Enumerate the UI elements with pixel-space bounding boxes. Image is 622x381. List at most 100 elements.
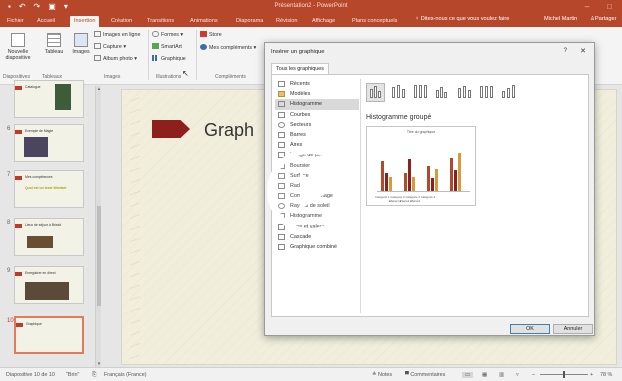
thumbnail-picture	[24, 137, 48, 157]
slide-thumbnails-pane: Catalogue 6 Exemple de Magie 7 Mes compé…	[0, 80, 101, 367]
area-chart-icon	[278, 142, 285, 149]
tab-diaporama[interactable]: Diaporama	[236, 16, 263, 27]
chart-preview[interactable]: Titre du graphique Catégorie 1 Catégorie…	[366, 126, 476, 206]
slide-number: 6	[7, 126, 11, 132]
new-slide-icon	[11, 33, 25, 47]
slide-title[interactable]: Graph	[204, 120, 254, 141]
tab-animations[interactable]: Animations	[190, 16, 218, 27]
store-button[interactable]: Store	[200, 31, 222, 38]
group-label-images: Images	[104, 74, 121, 80]
stacked-100-column-icon[interactable]	[410, 83, 429, 102]
category-secteurs[interactable]: Secteurs	[275, 120, 359, 130]
slide-thumbnail[interactable]: Catalogue	[14, 80, 84, 118]
images-button[interactable]: Images	[70, 33, 92, 55]
restore-icon[interactable]: □	[607, 2, 612, 11]
comments-button[interactable]: ▀ Commentaires	[405, 372, 445, 378]
zoom-in-icon[interactable]: +	[590, 372, 593, 378]
bar-chart-icon	[278, 131, 285, 138]
my-addins-button[interactable]: Mes compléments ▾	[200, 44, 256, 51]
tell-me-box[interactable]: ♀ Dites-nous ce que vous voulez faire	[415, 16, 509, 22]
preview-bar	[450, 158, 453, 191]
online-images-button[interactable]: Images en ligne	[94, 31, 140, 38]
help-icon[interactable]: ?	[564, 48, 567, 54]
smartart-button[interactable]: SmartArt	[152, 43, 182, 50]
preview-legend: ■Série1 ■Série2 ■Série3	[389, 199, 420, 203]
category-graphique-combine[interactable]: Graphique combiné	[275, 242, 359, 252]
shapes-icon	[152, 31, 159, 37]
picture-icon	[74, 33, 88, 47]
group-separator	[148, 30, 149, 80]
preview-bar	[454, 170, 457, 191]
slide-thumbnail[interactable]: Lieux de séjour à Bristol	[14, 218, 84, 256]
mouse-cursor-icon: ↖	[182, 69, 189, 78]
thumbnail-picture	[25, 282, 69, 300]
flag-shape	[15, 224, 22, 228]
flag-shape	[16, 323, 23, 327]
reading-view-icon[interactable]: ▥	[499, 372, 504, 378]
notes-button[interactable]: ≙ Notes	[372, 372, 392, 378]
3d-stacked-column-icon[interactable]	[454, 83, 473, 102]
tab-accueil[interactable]: Accueil	[37, 16, 55, 27]
category-recents[interactable]: Récents	[275, 79, 359, 89]
preview-bar	[404, 173, 407, 191]
window-title: Présentation2 - PowerPoint	[274, 3, 348, 9]
smartart-icon	[152, 43, 159, 49]
preview-bar	[458, 153, 461, 191]
zoom-out-icon[interactable]: –	[532, 372, 535, 378]
stacked-column-icon[interactable]	[388, 83, 407, 102]
slide-number: 7	[7, 172, 11, 178]
category-courbes[interactable]: Courbes	[275, 110, 359, 120]
share-button[interactable]: ♙Partager	[590, 16, 616, 22]
tab-insertion[interactable]: Insertion	[70, 16, 100, 27]
clustered-column-icon[interactable]	[366, 83, 385, 102]
minimize-icon[interactable]: –	[585, 2, 589, 11]
cancel-button[interactable]: Annuler	[553, 324, 593, 334]
3d-column-icon[interactable]	[498, 83, 517, 102]
spellcheck-icon[interactable]: ⎘	[92, 372, 96, 379]
status-bar: Diapositive 10 de 10 "Brin" ⎘ Français (…	[0, 367, 622, 381]
zoom-level[interactable]: 78 %	[600, 372, 612, 378]
slide-thumbnail-selected[interactable]: Graphique	[14, 316, 84, 354]
tab-fichier[interactable]: Fichier	[7, 16, 24, 27]
preview-bar	[385, 173, 388, 191]
tab-all-charts[interactable]: Tous les graphiques	[271, 63, 329, 74]
ok-button[interactable]: OK	[510, 324, 550, 334]
capture-button[interactable]: Capture ▾	[94, 43, 126, 50]
slideshow-icon[interactable]: ▿	[516, 372, 519, 378]
flag-shape	[15, 130, 22, 134]
table-button[interactable]: Tableau	[40, 33, 68, 55]
3d-stacked-100-column-icon[interactable]	[476, 83, 495, 102]
tab-plans-conceptuels[interactable]: Plans conceptuels	[352, 16, 397, 27]
tab-affichage[interactable]: Affichage	[312, 16, 335, 27]
slide-thumbnail[interactable]: Exemple de Magie	[14, 124, 84, 162]
album-button[interactable]: Album photo ▾	[94, 55, 137, 62]
tab-transitions[interactable]: Transitions	[147, 16, 174, 27]
category-barres[interactable]: Barres	[275, 130, 359, 140]
chart-icon	[152, 55, 159, 61]
category-histogramme[interactable]: Histogramme	[275, 99, 359, 110]
3d-clustered-column-icon[interactable]	[432, 83, 451, 102]
preview-chart-title: Titre du graphique	[406, 130, 436, 134]
preview-bar	[381, 161, 384, 191]
chart-button[interactable]: Graphique	[152, 55, 186, 62]
addins-icon	[200, 44, 207, 50]
tab-revision[interactable]: Révision	[276, 16, 297, 27]
slide-thumbnail[interactable]: Mes compétences Quoi est un texte Wordar…	[14, 170, 84, 208]
normal-view-icon[interactable]: ▭	[462, 372, 474, 378]
chart-subtype-title: Histogramme groupé	[366, 114, 432, 121]
user-name[interactable]: Michel Martin	[544, 16, 577, 22]
group-separator	[196, 30, 197, 80]
close-icon[interactable]: ✕	[580, 47, 586, 55]
preview-bar	[412, 177, 415, 191]
zoom-slider-thumb[interactable]	[563, 371, 565, 378]
shapes-button[interactable]: Formes ▾	[152, 31, 183, 38]
slide-sorter-icon[interactable]: ▦	[482, 372, 487, 378]
slide-thumbnail[interactable]: Enregistrer en direct	[14, 266, 84, 304]
language[interactable]: Français (France)	[104, 372, 147, 378]
tab-creation[interactable]: Création	[111, 16, 132, 27]
play-button-overlay[interactable]	[267, 148, 353, 234]
preview-bar	[427, 166, 430, 191]
category-modeles[interactable]: Modèles	[275, 89, 359, 99]
table-icon	[47, 33, 61, 47]
new-slide-button[interactable]: Nouvelle diapositive	[4, 33, 32, 61]
